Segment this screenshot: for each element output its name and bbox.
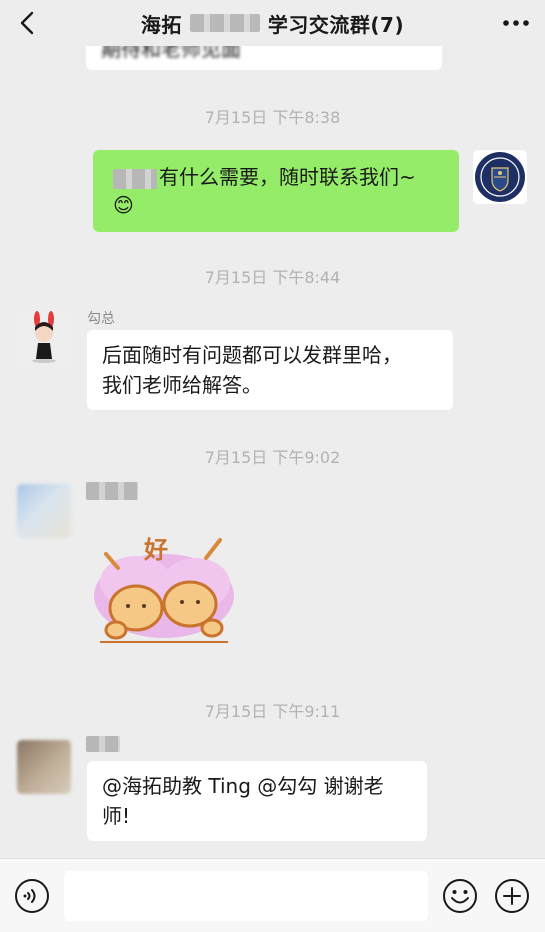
- timestamp: 7月15日 下午8:38: [204, 108, 341, 127]
- redacted-name-block: [113, 168, 157, 189]
- sender-avatar[interactable]: [17, 311, 71, 365]
- title-prefix: 海拓: [140, 12, 182, 37]
- title-suffix: 学习交流群(7): [267, 12, 405, 37]
- voice-button[interactable]: [14, 878, 50, 914]
- sender-name: 勾总: [87, 311, 115, 327]
- partial-message-text: 期待和老师见面: [101, 46, 241, 61]
- cartoon-girl-avatar-icon: [17, 311, 71, 365]
- message-line: 师!: [102, 804, 131, 828]
- emoji-icon: [443, 879, 477, 913]
- redacted-sender-name: [86, 736, 120, 752]
- message-input[interactable]: [64, 871, 428, 921]
- timestamp: 7月15日 下午9:11: [204, 702, 341, 721]
- redacted-sender-name: [86, 482, 138, 500]
- message-list[interactable]: 期待和老师见面 7月15日 下午8:38 有什么需要，随时联系我们~ 😊 7月1…: [0, 46, 545, 858]
- voice-icon: [15, 879, 49, 913]
- smile-emoji: 😊: [113, 193, 134, 217]
- self-avatar[interactable]: [473, 150, 527, 204]
- timestamp: 7月15日 下午8:44: [204, 268, 341, 287]
- plus-button[interactable]: [494, 878, 530, 914]
- plus-icon: [495, 879, 529, 913]
- message-bubble-partial[interactable]: 期待和老师见面: [86, 46, 442, 70]
- self-message-text: 有什么需要，随时联系我们~: [159, 165, 416, 189]
- message-bubble[interactable]: 后面随时有问题都可以发群里哈， 我们老师给解答。: [87, 330, 453, 410]
- chat-app: 海拓 学习交流群(7) 期待和老师见面 7月15日 下午8:38 有什么需要，随…: [0, 0, 545, 932]
- message-line: 后面随时有问题都可以发群里哈，: [102, 343, 402, 367]
- more-button[interactable]: [501, 10, 531, 36]
- redacted-title-block: [189, 14, 260, 32]
- emoji-button[interactable]: [442, 878, 478, 914]
- chat-header: 海拓 学习交流群(7): [0, 0, 545, 46]
- self-message-bubble[interactable]: 有什么需要，随时联系我们~ 😊: [93, 150, 459, 232]
- message-line: 我们老师给解答。: [102, 373, 262, 397]
- chat-title: 海拓 学习交流群(7): [0, 0, 545, 46]
- sticker-text: 好: [144, 536, 168, 564]
- more-dots-icon: [503, 20, 529, 26]
- school-logo-icon: [475, 152, 525, 202]
- input-bar: [0, 858, 545, 932]
- timestamp: 7月15日 下午9:02: [204, 448, 341, 467]
- message-bubble[interactable]: @海拓助教 Ting @勾勾 谢谢老 师!: [87, 761, 427, 841]
- sender-avatar-blurred[interactable]: [17, 484, 71, 538]
- sticker-message[interactable]: 好: [86, 524, 242, 644]
- message-line: @海拓助教 Ting @勾勾 谢谢老: [102, 774, 384, 798]
- sender-avatar-blurred[interactable]: [17, 740, 71, 794]
